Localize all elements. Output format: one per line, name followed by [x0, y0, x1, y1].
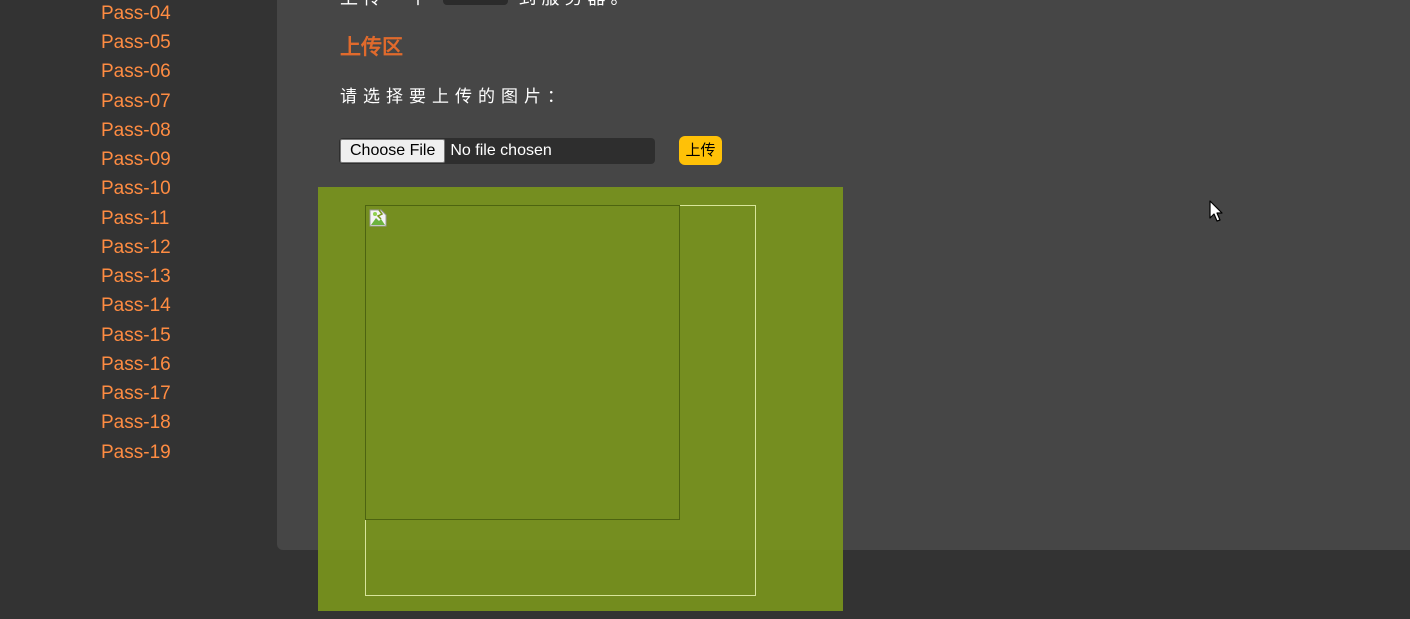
- sidebar-link-pass-17[interactable]: Pass-17: [101, 383, 221, 405]
- task-description-prefix: 上传一个: [340, 0, 432, 9]
- file-status-text: No file chosen: [450, 142, 552, 159]
- sidebar-link-pass-07[interactable]: Pass-07: [101, 91, 221, 113]
- uploaded-image-preview: [365, 205, 680, 520]
- sidebar-link-pass-12[interactable]: Pass-12: [101, 237, 221, 259]
- sidebar-link-pass-08[interactable]: Pass-08: [101, 120, 221, 142]
- file-input[interactable]: Choose File No file chosen: [339, 138, 655, 164]
- webshell-code-tag: webshell: [442, 0, 508, 5]
- upload-area-title: 上传区: [340, 34, 403, 59]
- sidebar-link-pass-10[interactable]: Pass-10: [101, 178, 221, 200]
- sidebar-link-pass-15[interactable]: Pass-15: [101, 325, 221, 347]
- mouse-cursor-icon: [1209, 200, 1223, 222]
- select-image-label: 请选择要上传的图片：: [340, 87, 570, 107]
- sidebar-link-pass-16[interactable]: Pass-16: [101, 354, 221, 376]
- task-description: 上传一个 webshell 到服务器。: [340, 0, 633, 10]
- sidebar-link-pass-09[interactable]: Pass-09: [101, 149, 221, 171]
- sidebar-link-pass-06[interactable]: Pass-06: [101, 61, 221, 83]
- task-description-suffix: 到服务器。: [518, 0, 633, 9]
- upload-button[interactable]: 上传: [679, 136, 722, 165]
- broken-image-icon: [369, 209, 387, 227]
- sidebar-link-pass-13[interactable]: Pass-13: [101, 266, 221, 288]
- sidebar-link-pass-05[interactable]: Pass-05: [101, 32, 221, 54]
- sidebar-link-pass-04[interactable]: Pass-04: [101, 3, 221, 25]
- sidebar-link-pass-18[interactable]: Pass-18: [101, 412, 221, 434]
- sidebar: Pass-04 Pass-05 Pass-06 Pass-07 Pass-08 …: [0, 0, 276, 619]
- sidebar-link-pass-11[interactable]: Pass-11: [101, 208, 221, 230]
- choose-file-button[interactable]: Choose File: [340, 139, 446, 163]
- page: Pass-04 Pass-05 Pass-06 Pass-07 Pass-08 …: [0, 0, 1410, 619]
- sidebar-link-pass-19[interactable]: Pass-19: [101, 442, 221, 464]
- sidebar-link-pass-14[interactable]: Pass-14: [101, 295, 221, 317]
